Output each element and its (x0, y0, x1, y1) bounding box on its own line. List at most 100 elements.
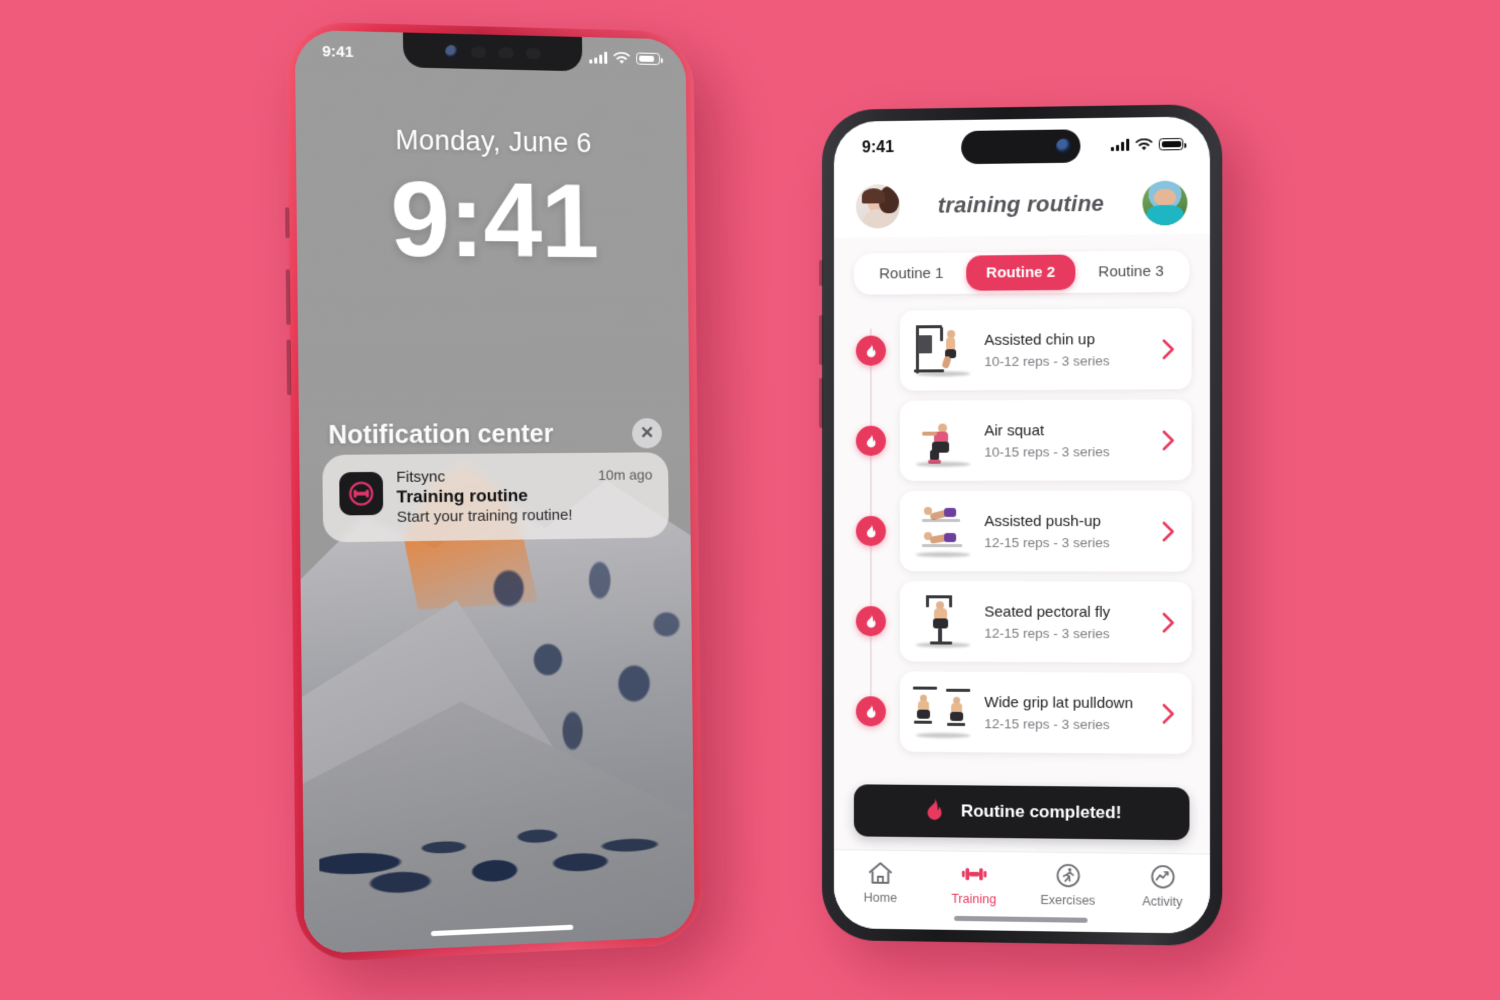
list-item[interactable]: Assisted chin up 10-12 reps - 3 series (834, 308, 1210, 391)
volume-up-button[interactable] (819, 314, 823, 366)
assisted-chin-up-thumbnail (910, 321, 976, 380)
notification-timestamp: 10m ago (598, 466, 653, 484)
cta-container: Routine completed! (834, 776, 1210, 854)
exercise-name: Assisted chin up (984, 330, 1095, 349)
screenshot-stage: 9:41 Monday, June 6 9:41 Notification ce… (0, 0, 1500, 1000)
left-phone-mockup: 9:41 Monday, June 6 9:41 Notification ce… (285, 21, 703, 963)
notification-center-header: Notification center ✕ (328, 418, 663, 451)
exercise-detail: 12-15 reps - 3 series (984, 715, 1110, 732)
tab-training-label: Training (951, 891, 997, 907)
status-time: 9:41 (861, 138, 894, 157)
exercise-card[interactable]: Assisted push-up 12-15 reps - 3 series (899, 490, 1192, 572)
notification-card[interactable]: Fitsync 10m ago Training routine Start y… (322, 452, 669, 543)
wide-grip-lat-pulldown-thumbnail (910, 683, 976, 742)
exercise-name: Wide grip lat pulldown (984, 693, 1134, 712)
tab-activity-label: Activity (1142, 894, 1183, 909)
runner-icon (1055, 863, 1081, 889)
exercise-text: Air squat 10-15 reps - 3 series (984, 421, 1156, 459)
chevron-right-icon[interactable] (1157, 612, 1179, 633)
notification-center-title: Notification center (328, 419, 554, 450)
tab-exercises[interactable]: Exercises (1028, 863, 1107, 908)
tab-exercises-label: Exercises (1040, 892, 1096, 908)
close-icon[interactable]: ✕ (631, 418, 663, 449)
flame-icon (921, 795, 947, 826)
routine-completed-button[interactable]: Routine completed! (853, 784, 1190, 841)
flame-icon (855, 696, 886, 727)
exercise-text: Seated pectoral fly 12-15 reps - 3 serie… (984, 603, 1156, 641)
left-phone-screen: 9:41 Monday, June 6 9:41 Notification ce… (294, 29, 695, 955)
lockscreen-time: 9:41 (389, 160, 599, 281)
exercise-card[interactable]: Assisted chin up 10-12 reps - 3 series (899, 308, 1192, 391)
tab-routine-2[interactable]: Routine 2 (965, 254, 1076, 291)
tab-activity[interactable]: Activity (1123, 864, 1203, 910)
exercise-name: Assisted push-up (984, 512, 1101, 530)
app-content: Routine 1 Routine 2 Routine 3 Assisted c… (833, 233, 1210, 934)
battery-icon (636, 52, 661, 66)
flame-icon (855, 425, 886, 456)
notification-app-name: Fitsync (396, 468, 446, 487)
tab-home[interactable]: Home (841, 860, 919, 905)
list-item[interactable]: Seated pectoral fly 12-15 reps - 3 serie… (834, 581, 1210, 663)
page-title: training routine (937, 190, 1105, 218)
exercise-detail: 12-15 reps - 3 series (984, 625, 1110, 641)
exercise-card[interactable]: Seated pectoral fly 12-15 reps - 3 serie… (899, 581, 1192, 663)
status-time: 9:41 (322, 42, 354, 61)
cellular-bars-icon (1110, 138, 1130, 152)
front-camera-icon (1056, 138, 1072, 154)
exercise-text: Assisted chin up 10-12 reps - 3 series (984, 330, 1156, 369)
exercise-text: Assisted push-up 12-15 reps - 3 series (984, 512, 1156, 549)
exercise-name: Air squat (984, 421, 1045, 439)
flame-icon (855, 606, 886, 637)
chevron-right-icon[interactable] (1157, 429, 1179, 450)
status-indicators (589, 51, 661, 66)
routine-segmented-control: Routine 1 Routine 2 Routine 3 (853, 250, 1190, 295)
list-item[interactable]: Assisted push-up 12-15 reps - 3 series (834, 490, 1210, 572)
flame-icon (855, 335, 886, 366)
dumbbell-icon (961, 867, 987, 881)
flame-icon (855, 515, 886, 547)
home-icon (867, 861, 894, 886)
right-phone-mockup: 9:41 training routine Routine 1 Routine … (819, 103, 1223, 947)
exercise-list: Assisted chin up 10-12 reps - 3 series A… (834, 298, 1210, 780)
chevron-right-icon[interactable] (1157, 703, 1179, 724)
volume-down-button[interactable] (819, 377, 823, 429)
status-indicators (1110, 137, 1184, 152)
mute-switch[interactable] (819, 259, 823, 287)
exercise-detail: 12-15 reps - 3 series (984, 534, 1110, 550)
app-header: training routine (833, 171, 1210, 238)
exercise-card[interactable]: Wide grip lat pulldown 12-15 reps - 3 se… (899, 671, 1192, 755)
notification-body: Fitsync 10m ago Training routine Start y… (396, 466, 653, 526)
exercise-detail: 10-15 reps - 3 series (984, 443, 1110, 460)
wifi-icon (1135, 137, 1153, 150)
chevron-right-icon[interactable] (1157, 338, 1179, 359)
right-phone-screen: 9:41 training routine Routine 1 Routine … (833, 116, 1210, 934)
activity-chart-icon (1149, 864, 1176, 890)
tab-routine-1[interactable]: Routine 1 (857, 256, 966, 292)
notification-title: Training routine (396, 485, 528, 507)
assisted-push-up-thumbnail (910, 502, 976, 560)
fitsync-app-icon (339, 471, 384, 516)
exercise-text: Wide grip lat pulldown 12-15 reps - 3 se… (984, 693, 1156, 732)
tab-home-label: Home (863, 890, 898, 906)
list-item[interactable]: Air squat 10-15 reps - 3 series (834, 399, 1210, 481)
exercise-detail: 10-12 reps - 3 series (984, 352, 1110, 369)
cellular-bars-icon (589, 51, 608, 64)
battery-icon (1158, 137, 1184, 151)
routine-tabs-container: Routine 1 Routine 2 Routine 3 (834, 234, 1210, 301)
seated-pectoral-fly-thumbnail (910, 592, 976, 650)
tab-routine-3[interactable]: Routine 3 (1076, 253, 1187, 289)
notification-message: Start your training routine! (396, 506, 573, 527)
volume-up-button[interactable] (285, 269, 291, 326)
list-item[interactable]: Wide grip lat pulldown 12-15 reps - 3 se… (834, 671, 1210, 755)
left-status-bar: 9:41 (295, 30, 686, 80)
user-avatar-female[interactable] (855, 184, 900, 229)
wifi-icon (613, 51, 631, 64)
dynamic-island (961, 129, 1081, 165)
mute-switch[interactable] (285, 207, 290, 239)
exercise-card[interactable]: Air squat 10-15 reps - 3 series (899, 399, 1192, 481)
notification-meta-row: Fitsync 10m ago (396, 466, 652, 486)
tab-training[interactable]: Training (935, 861, 1014, 906)
chevron-right-icon[interactable] (1157, 520, 1179, 541)
volume-down-button[interactable] (286, 339, 292, 396)
user-avatar-male[interactable] (1142, 180, 1188, 226)
